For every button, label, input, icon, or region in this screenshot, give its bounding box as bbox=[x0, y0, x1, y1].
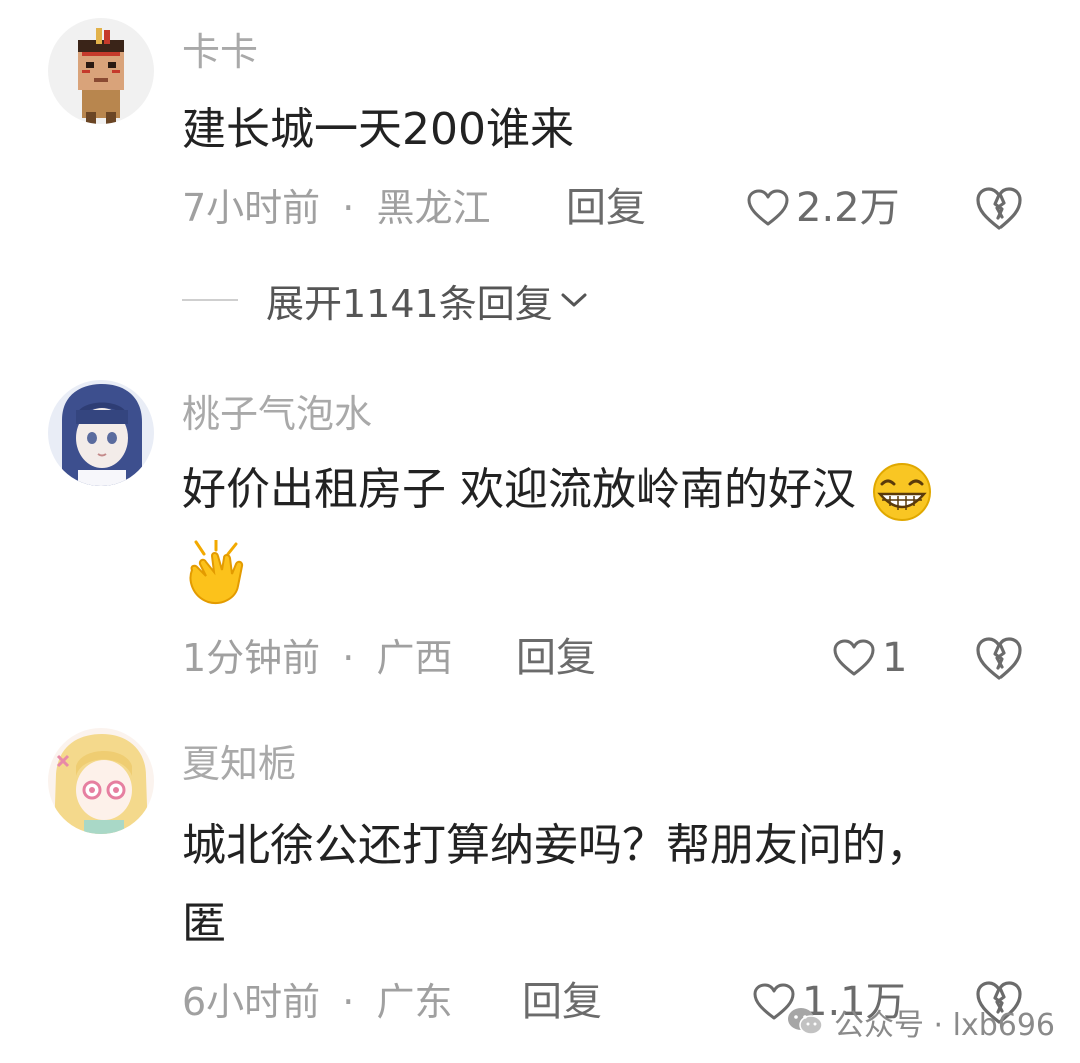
dislike-button[interactable] bbox=[974, 186, 1024, 232]
user-avatar-icon bbox=[48, 728, 154, 834]
avatar[interactable] bbox=[48, 380, 154, 486]
like-count: 2.2万 bbox=[796, 185, 900, 231]
clapping-hands-emoji bbox=[189, 540, 244, 604]
broken-heart-icon bbox=[976, 637, 1022, 680]
avatar[interactable] bbox=[48, 18, 154, 124]
reply-button[interactable]: 回复 bbox=[516, 636, 596, 680]
broken-heart-icon bbox=[976, 187, 1022, 230]
comment-meta: 1分钟前 · 广西 bbox=[182, 636, 452, 680]
comment-text-line: 好价出租房子 欢迎流放岭南的好汉 bbox=[182, 464, 856, 515]
chevron-down-icon bbox=[561, 293, 587, 307]
like-button[interactable]: 1 bbox=[832, 636, 907, 680]
timestamp: 7小时前 bbox=[182, 186, 321, 230]
dislike-button[interactable] bbox=[974, 636, 1024, 682]
meta-separator: · bbox=[342, 636, 355, 680]
meta-separator: · bbox=[342, 980, 355, 1024]
comment-meta: 6小时前 · 广东 bbox=[182, 980, 452, 1024]
username[interactable]: 桃子气泡水 bbox=[182, 392, 372, 436]
watermark: 公众号 · lxb696 bbox=[786, 1000, 1055, 1044]
location: 广西 bbox=[376, 636, 453, 680]
grinning-face-emoji bbox=[873, 463, 931, 521]
comment-text: 好价出租房子 欢迎流放岭南的好汉 bbox=[182, 460, 934, 522]
watermark-label: 公众号 · lxb696 bbox=[834, 1008, 1056, 1043]
user-avatar-icon bbox=[48, 380, 154, 486]
comment-emoji-line bbox=[182, 540, 248, 606]
comment-text: 城北徐公还打算纳妾吗？帮朋友问的， bbox=[182, 820, 930, 871]
location: 广东 bbox=[376, 980, 453, 1024]
comment-meta: 7小时前 · 黑龙江 bbox=[182, 186, 490, 230]
heart-icon bbox=[747, 189, 789, 226]
username[interactable]: 卡卡 bbox=[182, 30, 258, 74]
wechat-icon bbox=[788, 1008, 823, 1035]
timestamp: 1分钟前 bbox=[182, 636, 321, 680]
comment-text: 匿 bbox=[182, 898, 226, 949]
expand-replies-label: 展开1141条回复 bbox=[266, 281, 553, 326]
reply-button[interactable]: 回复 bbox=[566, 186, 646, 230]
timestamp: 6小时前 bbox=[182, 980, 321, 1024]
like-button[interactable]: 2.2万 bbox=[746, 186, 900, 230]
comment-text: 建长城一天200谁来 bbox=[182, 104, 574, 155]
meta-separator: · bbox=[342, 186, 355, 230]
avatar[interactable] bbox=[48, 728, 154, 834]
username[interactable]: 夏知栀 bbox=[182, 742, 296, 786]
expand-replies-button[interactable]: 展开1141条回复 bbox=[182, 276, 589, 326]
location: 黑龙江 bbox=[376, 186, 491, 230]
reply-button[interactable]: 回复 bbox=[522, 980, 602, 1024]
user-avatar-icon bbox=[48, 18, 154, 124]
like-count: 1 bbox=[882, 635, 908, 681]
divider bbox=[182, 299, 238, 301]
heart-icon bbox=[833, 639, 875, 676]
